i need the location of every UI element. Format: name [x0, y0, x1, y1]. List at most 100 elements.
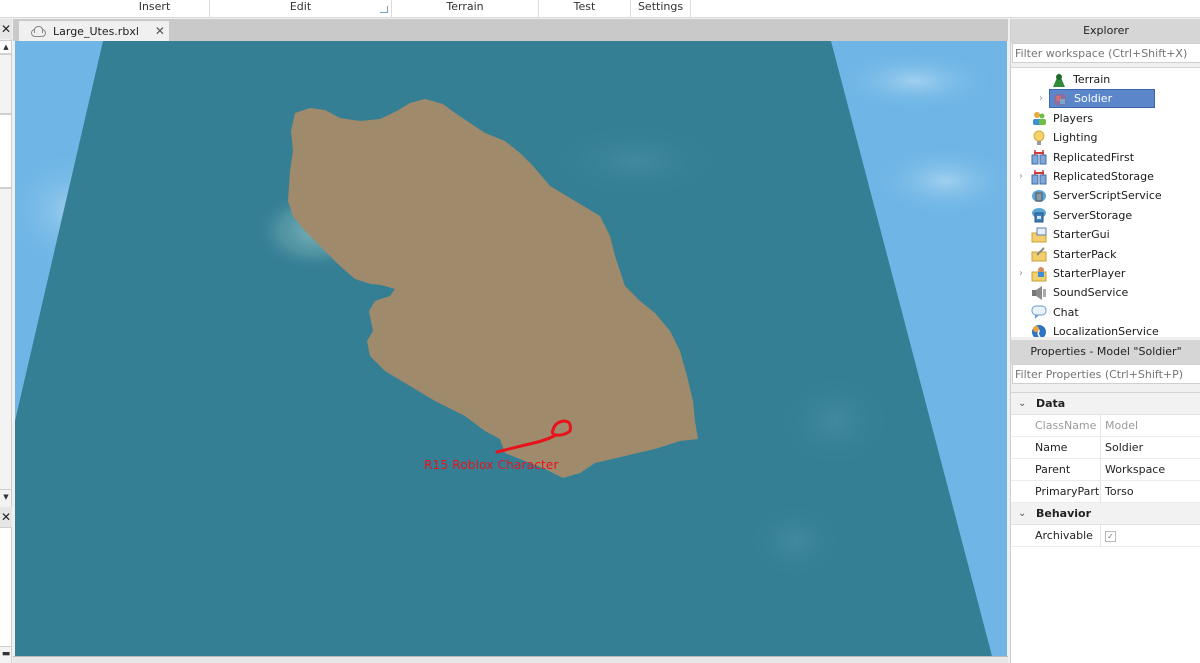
property-row-primarypart[interactable]: PrimaryPart Torso [1011, 481, 1200, 503]
explorer-item-label: Chat [1053, 305, 1079, 319]
ribbon-tab-bar: Insert Edit Terrain Test Settings [0, 0, 1200, 18]
explorer-item-body[interactable]: SoundService [1029, 283, 1132, 302]
explorer-item-body[interactable]: Players [1029, 109, 1097, 128]
sky-cloud [835, 51, 995, 111]
players-icon [1031, 110, 1047, 126]
explorer-item-body[interactable]: Soldier [1049, 89, 1155, 109]
explorer-item-replicatedstorage[interactable]: › ReplicatedStorage [1019, 167, 1158, 186]
explorer-item-lighting[interactable]: Lighting [1029, 128, 1101, 147]
document-tab-bar: Large_Utes.rbxl ✕ [13, 19, 1008, 41]
scroll-up-arrow-icon[interactable]: ▲ [1, 42, 11, 52]
starter-gui-icon [1031, 227, 1047, 243]
dialog-launcher-icon[interactable] [380, 6, 388, 13]
explorer-header: Explorer [1011, 19, 1200, 43]
globe-icon [1031, 324, 1047, 337]
close-icon[interactable]: ✕ [0, 19, 12, 39]
explorer-item-serverscriptservice[interactable]: ServerScriptService [1029, 186, 1166, 205]
scroll-down-arrow-icon[interactable]: ▼ [1, 492, 11, 502]
explorer-item-players[interactable]: Players [1029, 109, 1097, 128]
explorer-item-body[interactable]: ReplicatedStorage [1029, 167, 1158, 186]
property-row-classname[interactable]: ClassName Model [1011, 415, 1200, 437]
explorer-item-body[interactable]: StarterPack [1029, 245, 1120, 264]
explorer-item-label: ReplicatedStorage [1053, 170, 1154, 183]
explorer-item-starterplayer[interactable]: › StarterPlayer [1019, 264, 1129, 283]
left-dock-panel: ✕ ▲ ▼ ✕ ▬ [0, 19, 12, 663]
explorer-item-label: StarterGui [1053, 228, 1110, 242]
explorer-item-body[interactable]: ServerScriptService [1029, 186, 1166, 205]
explorer-filter-input[interactable] [1012, 43, 1200, 63]
close-icon[interactable]: ✕ [0, 507, 12, 527]
property-row-archivable[interactable]: Archivable ✓ [1011, 525, 1200, 547]
properties-filter-input[interactable] [1012, 364, 1200, 384]
property-key: Parent [1035, 463, 1071, 476]
explorer-item-chat[interactable]: Chat [1029, 303, 1083, 322]
column-divider [1100, 415, 1101, 437]
explorer-item-label: Soldier [1074, 92, 1113, 106]
chevron-down-icon[interactable]: ⌄ [1018, 393, 1026, 415]
explorer-item-startergui[interactable]: StarterGui [1029, 225, 1114, 244]
category-data[interactable]: ⌄ Data [1011, 393, 1200, 415]
left-pane-section [0, 114, 11, 188]
ribbon-tab-test[interactable]: Test [539, 0, 631, 17]
category-behavior[interactable]: ⌄ Behavior [1011, 503, 1200, 525]
ribbon-tab-terrain[interactable]: Terrain [392, 0, 539, 17]
explorer-item-body[interactable]: StarterPlayer [1029, 264, 1129, 283]
server-storage-icon [1031, 207, 1047, 223]
explorer-item-label: SoundService [1053, 286, 1129, 300]
explorer-item-soundservice[interactable]: SoundService [1029, 283, 1132, 302]
explorer-item-body[interactable]: Terrain [1049, 70, 1114, 89]
chat-bubble-icon [1031, 304, 1047, 320]
property-row-name[interactable]: Name Soldier [1011, 437, 1200, 459]
property-key: PrimaryPart [1035, 485, 1100, 498]
water-haze [545, 121, 725, 201]
scroll-up-area[interactable]: ▲ [0, 40, 11, 54]
close-tab-icon[interactable]: ✕ [155, 24, 165, 38]
model-icon [1052, 91, 1068, 107]
explorer-item-body[interactable]: LocalizationService [1029, 322, 1163, 337]
properties-grid: ⌄ Data ClassName Model Name Soldier Pare… [1011, 392, 1200, 663]
viewport-scene [15, 41, 1007, 656]
explorer-item-localizationservice[interactable]: LocalizationService [1029, 322, 1163, 337]
explorer-item-body[interactable]: Chat [1029, 303, 1083, 322]
explorer-item-label: ReplicatedFirst [1053, 150, 1135, 164]
category-label: Data [1036, 397, 1066, 410]
expand-chevron-icon[interactable]: › [1019, 171, 1027, 182]
property-value: Model [1105, 419, 1139, 432]
property-key: Name [1035, 441, 1068, 454]
explorer-item-body[interactable]: ReplicatedFirst [1029, 148, 1138, 167]
chevron-down-icon[interactable]: ⌄ [1018, 503, 1026, 525]
property-value[interactable]: Soldier [1105, 437, 1143, 459]
explorer-item-soldier[interactable]: › Soldier [1039, 89, 1155, 109]
property-key: ClassName [1035, 419, 1097, 432]
ribbon-tab-insert[interactable]: Insert [100, 0, 210, 17]
speaker-icon [1031, 285, 1047, 301]
column-divider [1100, 459, 1101, 481]
expand-chevron-icon[interactable]: › [1019, 268, 1027, 279]
explorer-item-body[interactable]: StarterGui [1029, 225, 1114, 244]
explorer-item-label: LocalizationService [1053, 325, 1159, 337]
ribbon-tab-settings[interactable]: Settings [631, 0, 691, 17]
explorer-item-serverstorage[interactable]: ServerStorage [1029, 206, 1136, 225]
property-value[interactable]: Workspace [1105, 459, 1165, 481]
ribbon-tab-edit[interactable]: Edit [210, 0, 392, 17]
expand-chevron-icon[interactable]: › [1039, 93, 1047, 104]
document-tab[interactable]: Large_Utes.rbxl ✕ [19, 21, 169, 41]
explorer-item-starterpack[interactable]: StarterPack [1029, 245, 1120, 264]
lightbulb-icon [1031, 130, 1047, 146]
explorer-item-label: ServerScriptService [1053, 189, 1162, 203]
column-divider [1100, 481, 1101, 503]
3d-viewport[interactable]: R15 Roblox Character [15, 41, 1007, 656]
right-dock: Explorer Terrain › Soldier Players Lighting R… [1010, 19, 1200, 663]
starter-pack-icon [1031, 246, 1047, 262]
archivable-checkbox[interactable]: ✓ [1105, 531, 1116, 542]
explorer-item-replicatedfirst[interactable]: ReplicatedFirst [1029, 148, 1138, 167]
explorer-item-body[interactable]: Lighting [1029, 128, 1101, 147]
property-value[interactable]: Torso [1105, 481, 1134, 503]
water-haze [745, 501, 845, 581]
property-row-parent[interactable]: Parent Workspace [1011, 459, 1200, 481]
explorer-item-terrain[interactable]: Terrain [1049, 70, 1114, 89]
starter-player-icon [1031, 266, 1047, 282]
collapse-icon[interactable]: ▬ [1, 649, 11, 659]
explorer-item-body[interactable]: ServerStorage [1029, 206, 1136, 225]
explorer-item-label: StarterPlayer [1053, 267, 1126, 280]
